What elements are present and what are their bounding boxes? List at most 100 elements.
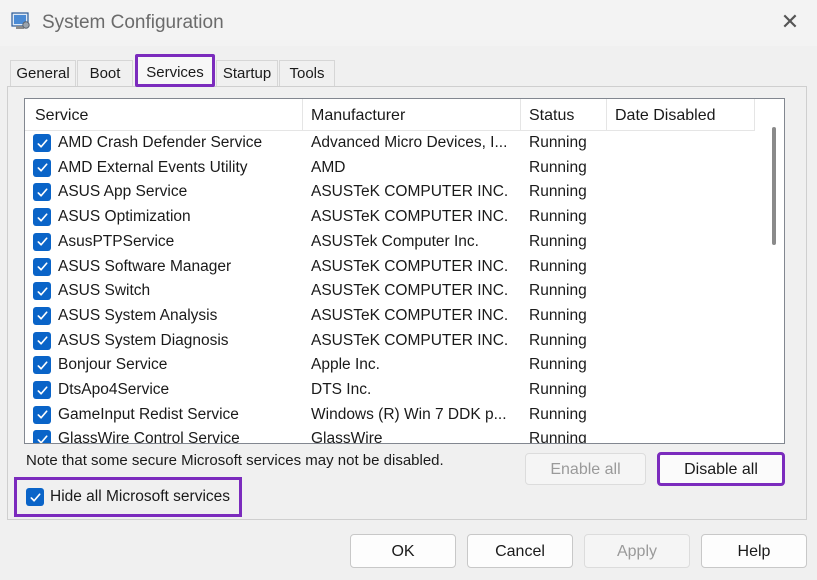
checkmark-icon	[36, 163, 48, 172]
table-row[interactable]: Bonjour Service Apple Inc. Running	[25, 353, 755, 378]
hide-microsoft-services-label: Hide all Microsoft services	[50, 488, 231, 505]
service-status: Running	[529, 356, 587, 374]
table-row[interactable]: ASUS Switch ASUSTeK COMPUTER INC. Running	[25, 279, 755, 304]
checkmark-icon	[36, 188, 48, 197]
service-name: DtsApo4Service	[58, 381, 170, 398]
service-name: ASUS Switch	[58, 282, 151, 300]
checkmark-icon	[36, 435, 48, 443]
service-status: Running	[529, 257, 587, 275]
service-checkbox[interactable]	[33, 158, 51, 177]
service-manufacturer: ASUSTeK COMPUTER INC.	[311, 257, 509, 275]
table-row[interactable]: ASUS Software Manager ASUSTeK COMPUTER IN…	[25, 255, 755, 280]
vertical-scrollbar[interactable]	[763, 99, 784, 443]
column-header-manufacturer[interactable]: Manufacturer	[303, 99, 521, 131]
service-manufacturer: ASUSTek Computer Inc.	[311, 232, 479, 250]
service-checkbox[interactable]	[33, 282, 51, 301]
service-name: ASUS System Diagnosis	[58, 331, 229, 349]
service-name: ASUS App Service	[58, 183, 188, 201]
checkmark-icon	[36, 237, 48, 246]
checkmark-icon	[36, 385, 48, 395]
close-icon: ✕	[780, 9, 800, 34]
service-status: Running	[529, 158, 587, 176]
msconfig-icon	[11, 12, 30, 29]
service-checkbox[interactable]	[33, 232, 51, 251]
services-list[interactable]: Service Manufacturer Status Date Disable…	[24, 98, 785, 444]
tab-tools[interactable]: Tools	[279, 60, 335, 87]
table-row[interactable]: AMD External Events Utility AMD Running	[25, 156, 755, 181]
service-checkbox[interactable]	[33, 257, 51, 276]
hide-microsoft-services-checkbox[interactable]	[26, 488, 44, 506]
service-status: Running	[529, 331, 587, 349]
service-status: Running	[529, 381, 587, 398]
checkmark-icon	[36, 213, 48, 222]
checkmark-icon	[36, 262, 48, 271]
service-checkbox[interactable]	[33, 381, 51, 399]
service-status: Running	[529, 430, 587, 444]
help-button[interactable]: Help	[701, 534, 807, 568]
service-name: AMD External Events Utility	[58, 158, 248, 176]
service-status: Running	[529, 306, 587, 324]
apply-button[interactable]: Apply	[584, 534, 690, 568]
ok-button[interactable]: OK	[350, 534, 456, 568]
service-name: ASUS System Analysis	[58, 306, 218, 324]
service-manufacturer: ASUSTeK COMPUTER INC.	[311, 331, 509, 349]
service-manufacturer: AMD	[311, 158, 346, 176]
table-row[interactable]: ASUS App Service ASUSTeK COMPUTER INC. Run…	[25, 180, 755, 205]
service-name: GameInput Redist Service	[58, 405, 239, 423]
service-manufacturer: GlassWire	[311, 430, 383, 444]
tab-services[interactable]: Services	[135, 54, 215, 87]
service-name: GlassWire Control Service	[58, 430, 240, 444]
service-manufacturer: ASUSTeK COMPUTER INC.	[311, 306, 509, 324]
service-checkbox[interactable]	[33, 134, 51, 152]
table-row[interactable]: GlassWire Control Service GlassWire Runnin…	[25, 427, 755, 444]
service-checkbox[interactable]	[33, 208, 51, 227]
checkmark-icon	[36, 410, 48, 419]
checkmark-icon	[36, 361, 48, 370]
checkmark-icon	[36, 311, 48, 320]
tab-general[interactable]: General	[10, 60, 76, 87]
table-row[interactable]: ASUS System Analysis ASUSTeK COMPUTER INC…	[25, 304, 755, 329]
enable-all-button[interactable]: Enable all	[525, 453, 646, 485]
close-button[interactable]: ✕	[772, 6, 808, 38]
checkmark-icon	[36, 287, 48, 296]
service-status: Running	[529, 405, 587, 423]
service-manufacturer: ASUSTeK COMPUTER INC.	[311, 282, 509, 300]
service-manufacturer: Windows (R) Win 7 DDK p...	[311, 405, 507, 423]
checkmark-icon	[36, 336, 48, 345]
list-header: Service Manufacturer Status Date Disable…	[25, 99, 755, 131]
table-row[interactable]: AsusPTPService ASUSTek Computer Inc. Runni…	[25, 230, 755, 255]
tab-startup[interactable]: Startup	[216, 60, 278, 87]
service-checkbox[interactable]	[33, 405, 51, 424]
checkmark-icon	[36, 138, 48, 148]
disable-all-button[interactable]: Disable all	[657, 452, 785, 486]
table-row[interactable]: GameInput Redist Service Windows (R) Win …	[25, 403, 755, 428]
table-row[interactable]: ASUS System Diagnosis ASUSTeK COMPUTER IN…	[25, 329, 755, 354]
table-row[interactable]: ASUS Optimization ASUSTeK COMPUTER INC. Ru…	[25, 205, 755, 230]
service-checkbox[interactable]	[33, 306, 51, 325]
service-checkbox[interactable]	[33, 183, 51, 202]
service-checkbox[interactable]	[33, 430, 51, 443]
service-manufacturer: Advanced Micro Devices, I...	[311, 134, 508, 151]
service-status: Running	[529, 183, 587, 201]
service-status: Running	[529, 282, 587, 300]
title-bar: System Configuration ✕	[0, 0, 817, 46]
tab-boot[interactable]: Boot	[77, 60, 133, 87]
service-manufacturer: ASUSTeK COMPUTER INC.	[311, 208, 509, 226]
hide-microsoft-services-option[interactable]: Hide all Microsoft services	[14, 477, 242, 517]
service-name: Bonjour Service	[58, 356, 168, 374]
service-checkbox[interactable]	[33, 356, 51, 375]
service-name: AsusPTPService	[58, 232, 175, 250]
service-checkbox[interactable]	[33, 331, 51, 350]
table-row[interactable]: DtsApo4Service DTS Inc. Running	[25, 378, 755, 403]
column-header-date-disabled[interactable]: Date Disabled	[607, 99, 755, 131]
column-header-service[interactable]: Service	[25, 99, 303, 131]
service-manufacturer: ASUSTeK COMPUTER INC.	[311, 183, 509, 201]
secure-services-note: Note that some secure Microsoft services…	[26, 452, 444, 469]
service-name: ASUS Optimization	[58, 208, 191, 226]
column-header-status[interactable]: Status	[521, 99, 607, 131]
service-name: AMD Crash Defender Service	[58, 134, 263, 151]
service-status: Running	[529, 232, 587, 250]
cancel-button[interactable]: Cancel	[467, 534, 573, 568]
scrollbar-thumb[interactable]	[772, 127, 776, 245]
table-row[interactable]: AMD Crash Defender Service Advanced Micro…	[25, 131, 755, 156]
